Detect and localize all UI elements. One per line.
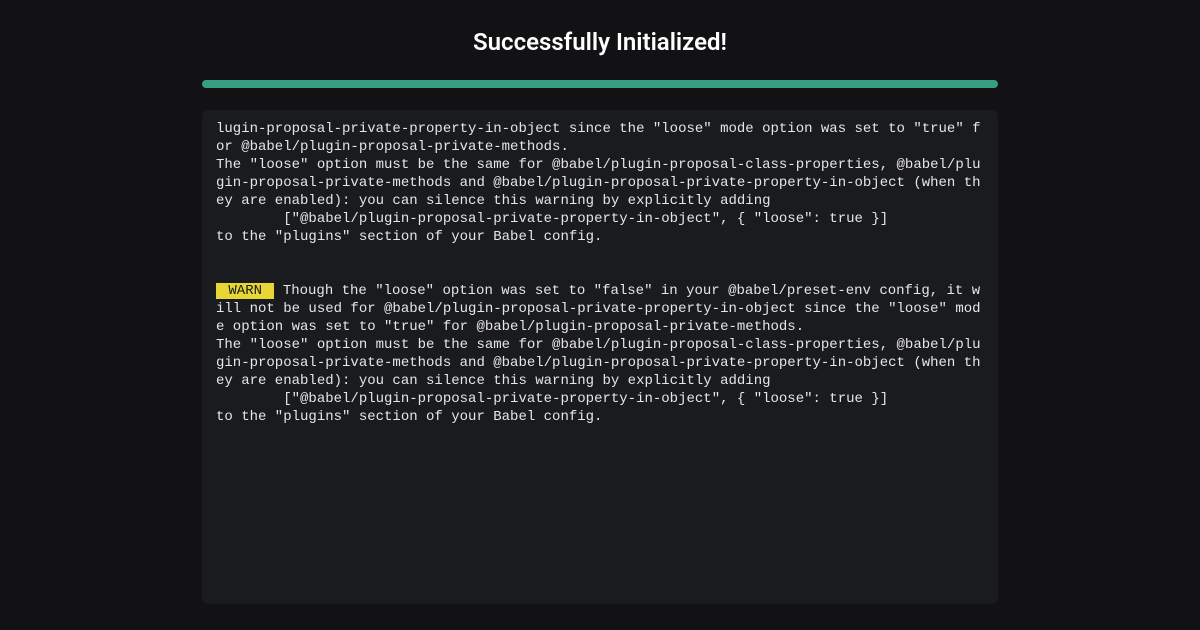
page-title: Successfully Initialized! xyxy=(473,28,727,56)
warn-badge: WARN xyxy=(216,283,274,299)
app-root: Successfully Initialized! lugin-proposal… xyxy=(0,0,1200,630)
log-text: Though the "loose" option was set to "fa… xyxy=(216,283,981,425)
log-spacer xyxy=(216,246,984,282)
terminal-output[interactable]: lugin-proposal-private-property-in-objec… xyxy=(202,110,998,604)
log-line: lugin-proposal-private-property-in-objec… xyxy=(216,120,984,246)
progress-bar xyxy=(202,80,998,88)
log-line: WARN Though the "loose" option was set t… xyxy=(216,282,984,426)
